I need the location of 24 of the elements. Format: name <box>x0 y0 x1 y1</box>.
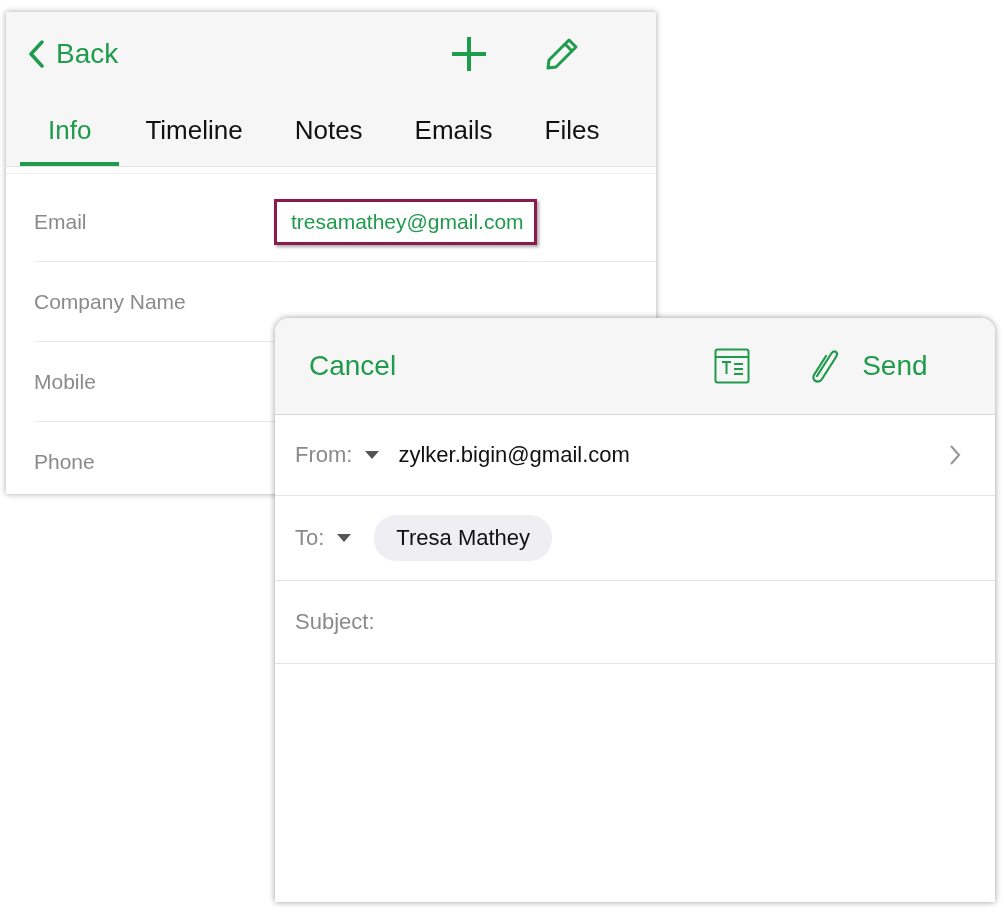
back-button[interactable]: Back <box>28 37 119 70</box>
tab[interactable]: Timeline <box>119 95 269 166</box>
dropdown-caret-icon[interactable] <box>364 450 381 460</box>
chevron-left-icon[interactable] <box>28 39 44 68</box>
tab[interactable]: Notes <box>268 95 389 166</box>
field-label: Email <box>34 209 88 234</box>
to-label: To: <box>295 525 325 551</box>
tab[interactable]: Files <box>518 95 626 166</box>
sender-address: zylker.bigin@gmail.com <box>398 442 630 468</box>
dropdown-caret-icon[interactable] <box>336 533 353 543</box>
recipient-chip[interactable]: Tresa Mathey <box>374 515 553 561</box>
tab[interactable]: Info <box>20 95 120 166</box>
field-label: Phone <box>34 449 96 474</box>
chevron-right-icon[interactable] <box>949 444 961 466</box>
field-label: Mobile <box>34 369 97 394</box>
add-icon[interactable] <box>450 34 489 73</box>
cancel-button[interactable]: Cancel <box>309 350 397 382</box>
subject-field[interactable]: Subject: <box>295 609 961 635</box>
from-label: From: <box>295 442 353 468</box>
text-format-icon[interactable] <box>714 348 751 384</box>
email-link[interactable]: tresamathey@gmail.com <box>274 198 537 245</box>
field-label: Company Name <box>34 289 187 314</box>
send-button[interactable]: Send <box>862 350 928 382</box>
tab[interactable]: Emails <box>388 95 519 166</box>
